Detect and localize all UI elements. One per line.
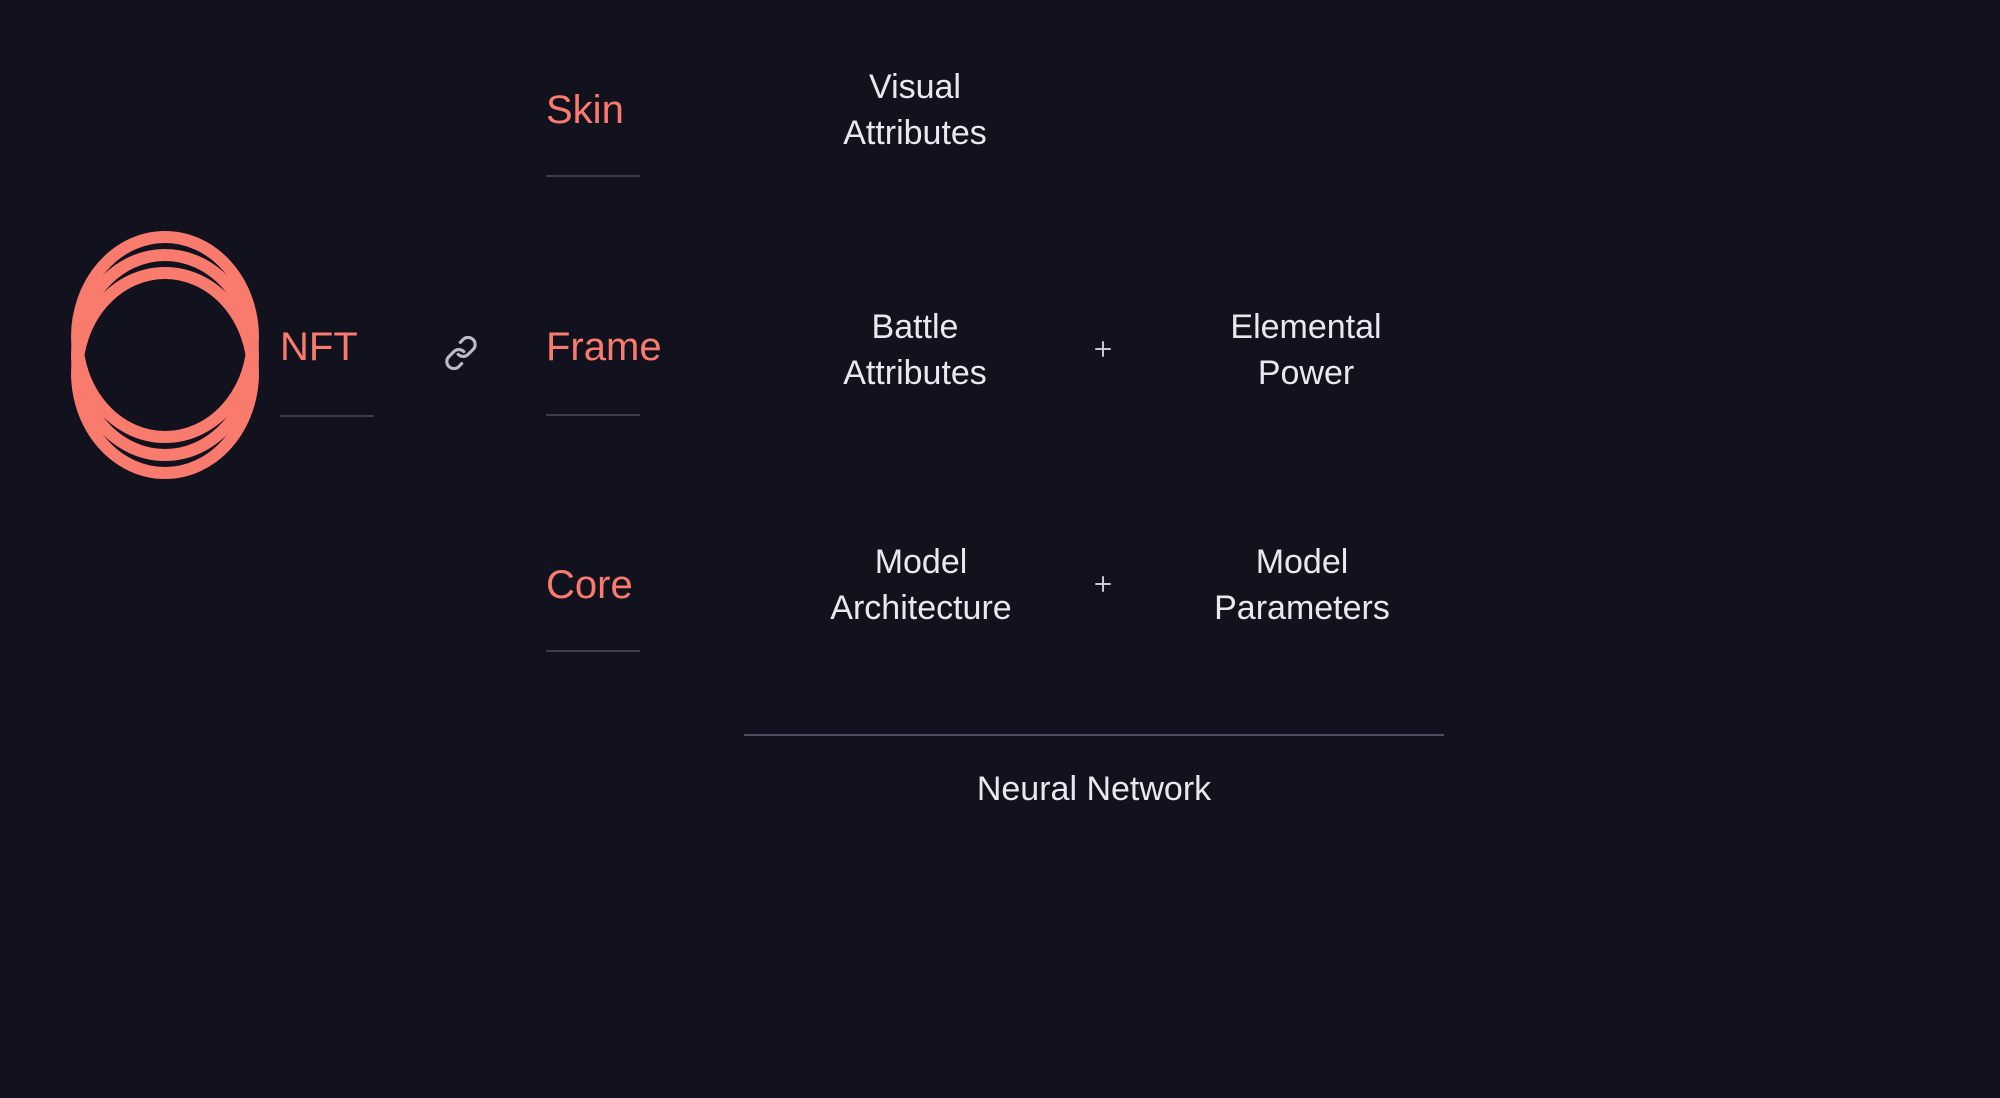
plus-icon (1094, 575, 1112, 593)
neural-network-divider (744, 734, 1444, 736)
layer-core-underline (546, 650, 640, 652)
layer-skin-underline (546, 175, 640, 177)
nft-underline (280, 415, 374, 417)
layer-frame-underline (546, 414, 640, 416)
attr-model-parameters: ModelParameters (1162, 540, 1442, 632)
attr-model-architecture: ModelArchitecture (776, 540, 1066, 632)
layer-frame-label: Frame (546, 325, 662, 370)
neural-network-label: Neural Network (744, 770, 1444, 809)
nft-root-label: NFT (280, 325, 358, 370)
attr-battle-attributes: BattleAttributes (780, 305, 1050, 397)
layer-skin-label: Skin (546, 88, 624, 133)
attr-elemental-power: ElementalPower (1176, 305, 1436, 397)
attr-visual-attributes: VisualAttributes (780, 65, 1050, 157)
link-icon (444, 336, 478, 370)
layer-core-label: Core (546, 563, 633, 608)
plus-icon (1094, 340, 1112, 358)
logo-icon (65, 225, 265, 485)
